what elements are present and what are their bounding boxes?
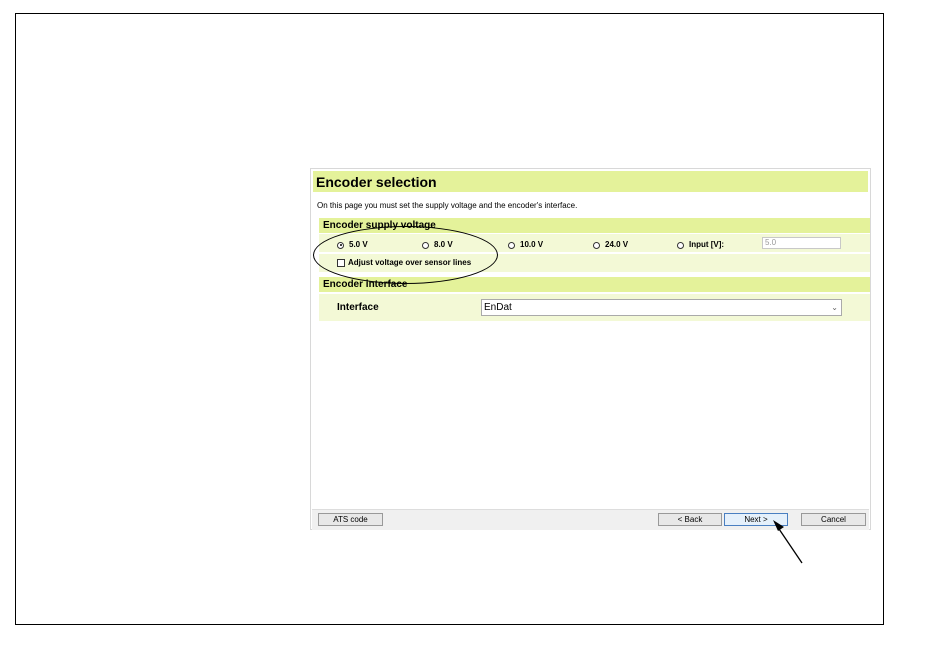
radio-10v-label: 10.0 V (520, 240, 544, 249)
radio-24v-label: 24.0 V (605, 240, 629, 249)
radio-8v-dot[interactable] (422, 241, 429, 249)
cancel-button[interactable]: Cancel (801, 513, 866, 526)
radio-input-label: Input [V]: (689, 240, 725, 249)
radio-8v[interactable]: 8.0 V (422, 240, 453, 250)
radio-8v-label: 8.0 V (434, 240, 453, 249)
encoder-selection-dialog: Encoder selection On this page you must … (310, 168, 871, 530)
radio-input-dot[interactable] (677, 241, 684, 249)
supply-voltage-section-header: Encoder supply voltage (319, 218, 870, 233)
dialog-title: Encoder selection (316, 174, 437, 190)
radio-5v-dot[interactable] (337, 241, 344, 249)
input-voltage-field[interactable]: 5.0 (762, 237, 841, 249)
next-button[interactable]: Next > (724, 513, 788, 526)
interface-label: Interface (337, 302, 379, 313)
radio-5v[interactable]: 5.0 V (337, 240, 368, 250)
radio-5v-label: 5.0 V (349, 240, 368, 249)
radio-input-voltage[interactable]: Input [V]: (677, 240, 724, 250)
radio-10v-dot[interactable] (508, 241, 515, 249)
interface-section-header: Encoder interface (319, 277, 870, 292)
adjust-voltage-checkbox[interactable]: Adjust voltage over sensor lines (337, 258, 471, 268)
radio-24v[interactable]: 24.0 V (593, 240, 628, 250)
interface-heading: Encoder interface (323, 279, 408, 290)
adjust-voltage-label: Adjust voltage over sensor lines (348, 258, 472, 267)
title-bar: Encoder selection (313, 171, 868, 192)
interface-select[interactable]: EnDat ⌄ (481, 299, 842, 316)
chevron-down-icon[interactable]: ⌄ (831, 300, 838, 315)
adjust-voltage-checkbox-box[interactable] (337, 259, 345, 267)
supply-voltage-heading: Encoder supply voltage (323, 220, 436, 231)
interface-selected-value: EnDat (484, 302, 512, 313)
ats-code-button[interactable]: ATS code (318, 513, 383, 526)
back-button[interactable]: < Back (658, 513, 722, 526)
dialog-description: On this page you must set the supply vol… (317, 201, 578, 210)
radio-10v[interactable]: 10.0 V (508, 240, 543, 250)
radio-24v-dot[interactable] (593, 241, 600, 249)
button-bar: ATS code < Back Next > Cancel (312, 509, 869, 530)
